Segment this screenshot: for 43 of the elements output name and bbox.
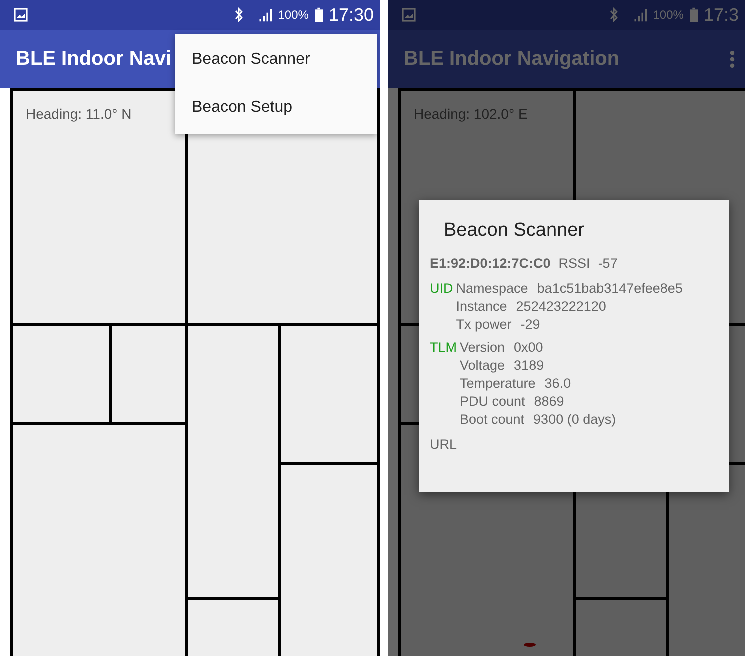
heading-text: Heading: 11.0° N — [26, 106, 132, 122]
battery-icon — [690, 7, 698, 23]
bluetooth-icon — [609, 7, 620, 23]
more-menu-icon[interactable] — [730, 50, 735, 68]
battery-percent: 100% — [278, 8, 309, 22]
beacon-address: E1:92:D0:12:7C:C0 — [430, 256, 551, 271]
field-label: Version — [460, 340, 506, 355]
image-icon — [402, 8, 416, 22]
field-value: 252423222120 — [516, 299, 606, 314]
field-label: Temperature — [460, 376, 536, 391]
dialog-title: Beacon Scanner — [443, 220, 586, 242]
bluetooth-icon — [234, 7, 244, 23]
frame-type-label: UID — [430, 281, 454, 298]
url-label: URL — [430, 437, 458, 452]
signal-icon — [258, 8, 272, 22]
app-title: BLE Indoor Navi — [16, 48, 172, 70]
battery-percent: 100% — [653, 8, 684, 22]
field-value: 0x00 — [514, 340, 544, 355]
field-value: ba1c51bab3147efee8e5 — [537, 281, 683, 296]
signal-icon — [633, 8, 648, 22]
frame-type-label: TLM — [430, 340, 457, 357]
heading-text: Heading: 102.0° E — [414, 106, 528, 122]
menu-item[interactable]: Beacon Setup — [175, 84, 377, 132]
field-value: 9300 (0 days) — [534, 412, 616, 427]
field-label: Namespace — [456, 281, 528, 296]
field-label: Boot count — [460, 412, 525, 427]
status-time: 17:3 — [704, 4, 739, 26]
status-time: 17:30 — [328, 4, 374, 26]
field-label: PDU count — [460, 394, 526, 409]
field-label: Tx power — [456, 317, 512, 332]
field-value: 36.0 — [544, 376, 572, 391]
position-marker-icon — [524, 643, 536, 647]
field-value: -29 — [520, 317, 540, 332]
battery-icon — [314, 7, 323, 23]
app-title: BLE Indoor Navigation — [404, 48, 620, 70]
field-label: Voltage — [460, 358, 506, 373]
field-label: Instance — [456, 299, 508, 314]
field-value: 8869 — [534, 394, 564, 409]
field-value: 3189 — [514, 358, 544, 373]
rssi-value: -57 — [598, 256, 618, 271]
image-icon — [14, 8, 28, 22]
menu-item[interactable]: Beacon Scanner — [175, 36, 377, 84]
rssi-label: RSSI — [558, 256, 590, 271]
